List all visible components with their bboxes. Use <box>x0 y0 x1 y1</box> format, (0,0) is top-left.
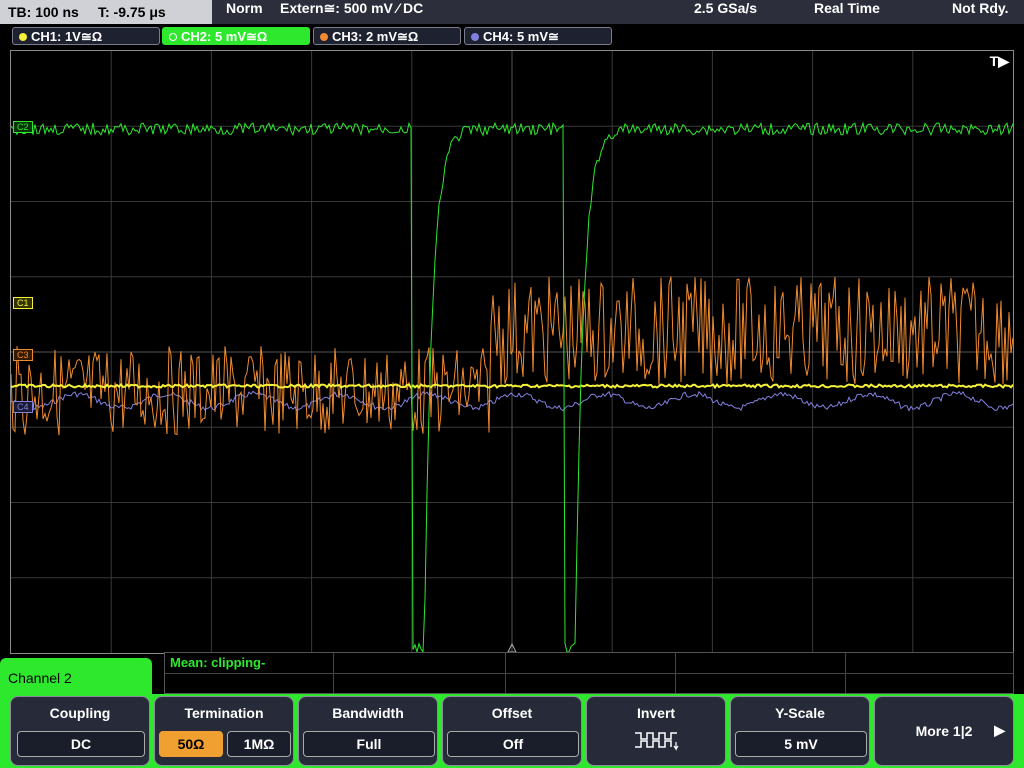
channel-4-offset-marker[interactable]: C4 <box>13 401 33 413</box>
status-bar: TB: 100 ns T: -9.75 μs Norm Extern≅: 500… <box>0 0 1024 24</box>
channel-2-offset-marker[interactable]: C2 <box>13 121 33 133</box>
channel-3-dot-icon <box>320 33 328 41</box>
result-cell-divider <box>333 653 334 693</box>
bandwidth-softkey[interactable]: Bandwidth Full <box>298 696 438 766</box>
trigger-status: Not Rdy. <box>952 0 1009 16</box>
result-cell-divider <box>845 653 846 693</box>
trigger-time-value: T: -9.75 μs <box>98 4 166 20</box>
channel-4-dot-icon <box>471 33 479 41</box>
trigger-mode[interactable]: Norm <box>226 0 263 16</box>
termination-title: Termination <box>184 705 264 721</box>
result-divider <box>165 673 1013 674</box>
channel-tab-row: CH1: 1V≅Ω CH2: 5 mV≅Ω CH3: 2 mV≅Ω CH4: 5… <box>0 24 1024 48</box>
timebase-value: TB: 100 ns <box>8 4 79 20</box>
arrow-right-icon: ▶ <box>994 722 1005 738</box>
channel-1-offset-marker[interactable]: C1 <box>13 297 33 309</box>
coupling-softkey[interactable]: Coupling DC <box>10 696 150 766</box>
trigger-source[interactable]: Extern≅: 500 mV ⁄ DC <box>280 0 423 17</box>
sample-rate: 2.5 GSa/s <box>694 0 758 16</box>
timebase-box[interactable]: TB: 100 ns T: -9.75 μs <box>0 0 212 24</box>
waveform-display[interactable]: T▶ C2 C1 C3 C4 <box>10 50 1014 654</box>
offset-softkey[interactable]: Offset Off <box>442 696 582 766</box>
bandwidth-value[interactable]: Full <box>303 731 435 757</box>
tab-label: CH4: 5 mV≅ <box>483 29 559 44</box>
y-scale-title: Y-Scale <box>775 705 825 721</box>
result-cell-divider <box>675 653 676 693</box>
tab-channel-1[interactable]: CH1: 1V≅Ω <box>12 27 160 45</box>
offset-value[interactable]: Off <box>447 731 579 757</box>
menu-title: Channel 2 <box>0 658 152 698</box>
more-softkey[interactable]: More 1|2 ▶ <box>874 696 1014 766</box>
invert-softkey[interactable]: Invert <box>586 696 726 766</box>
measurement-result-text: Mean: clipping- <box>170 655 266 670</box>
y-scale-softkey[interactable]: Y-Scale 5 mV <box>730 696 870 766</box>
channel-1-dot-icon <box>19 33 27 41</box>
termination-1mohm-option[interactable]: 1MΩ <box>227 731 291 757</box>
tab-channel-2[interactable]: CH2: 5 mV≅Ω <box>162 27 310 45</box>
invert-title: Invert <box>636 705 676 721</box>
acquisition-mode[interactable]: Real Time <box>814 0 880 16</box>
tab-label: CH2: 5 mV≅Ω <box>181 29 268 44</box>
tab-label: CH3: 2 mV≅Ω <box>332 29 419 44</box>
more-label: More 1|2 <box>915 723 973 739</box>
coupling-title: Coupling <box>49 705 111 721</box>
coupling-value[interactable]: DC <box>17 731 145 757</box>
tab-channel-3[interactable]: CH3: 2 mV≅Ω <box>313 27 461 45</box>
invert-wave-icon <box>635 732 679 751</box>
result-cell-divider <box>505 653 506 693</box>
tab-label: CH1: 1V≅Ω <box>31 29 103 44</box>
termination-softkey[interactable]: Termination 50Ω 1MΩ <box>154 696 294 766</box>
offset-title: Offset <box>491 705 533 721</box>
y-scale-value[interactable]: 5 mV <box>735 731 867 757</box>
measurement-result-panel: Mean: clipping- <box>164 652 1014 694</box>
channel-3-offset-marker[interactable]: C3 <box>13 349 33 361</box>
channel-2-dot-icon <box>169 33 177 41</box>
trigger-position-marker[interactable]: T▶ <box>990 53 1009 70</box>
termination-50ohm-option[interactable]: 50Ω <box>159 731 223 757</box>
bandwidth-title: Bandwidth <box>332 705 404 721</box>
tab-channel-4[interactable]: CH4: 5 mV≅ <box>464 27 612 45</box>
waveform-canvas <box>11 51 1013 653</box>
